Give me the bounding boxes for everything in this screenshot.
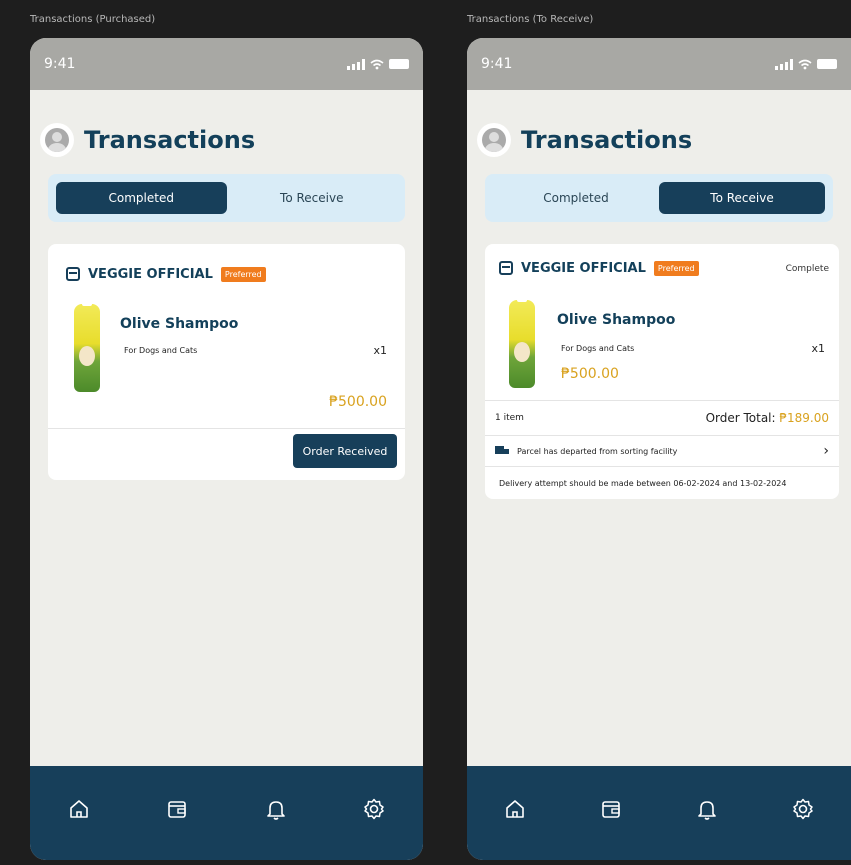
product-quantity: x1 [373, 344, 387, 357]
order-summary: 1 item Order Total: ₱189.00 [485, 401, 839, 435]
status-icons [775, 58, 837, 70]
status-bar: 9:41 [467, 38, 851, 90]
status-time: 9:41 [44, 56, 76, 72]
divider [48, 428, 405, 429]
product-quantity: x1 [811, 342, 825, 355]
bottom-nav [30, 766, 423, 860]
truck-icon [495, 446, 509, 456]
frame-label-purchased: Transactions (Purchased) [30, 14, 156, 25]
tab-to-receive[interactable]: To Receive [659, 182, 825, 214]
chevron-right-icon[interactable]: › [823, 443, 829, 459]
preferred-badge: Preferred [653, 260, 699, 276]
order-total-label: Order Total: [705, 411, 776, 425]
settings-icon[interactable] [791, 797, 815, 821]
home-icon[interactable] [67, 797, 91, 821]
store-icon [499, 261, 513, 275]
transaction-tabs: Completed To Receive [485, 174, 833, 222]
shop-row: VEGGIE OFFICIAL Preferred [48, 244, 405, 304]
transaction-tabs: Completed To Receive [48, 174, 405, 222]
status-time: 9:41 [481, 56, 513, 72]
wallet-icon[interactable] [599, 797, 623, 821]
battery-icon [817, 59, 837, 69]
order-status: Complete [785, 264, 829, 274]
wallet-icon[interactable] [165, 797, 189, 821]
order-card[interactable]: VEGGIE OFFICIAL Preferred Olive Shampoo … [48, 244, 405, 480]
tab-completed[interactable]: Completed [493, 182, 659, 214]
product-name: Olive Shampoo [557, 312, 676, 328]
product-price: ₱500.00 [329, 394, 387, 410]
preferred-badge: Preferred [220, 266, 266, 282]
avatar[interactable] [40, 123, 74, 157]
product-row: Olive Shampoo For Dogs and Cats x1 ₱500.… [48, 296, 405, 428]
bell-icon[interactable] [264, 797, 288, 821]
user-icon [482, 128, 506, 152]
page-header: Transactions [467, 90, 851, 174]
avatar[interactable] [477, 123, 511, 157]
product-subtitle: For Dogs and Cats [561, 344, 635, 353]
product-image [509, 292, 535, 388]
item-count: 1 item [495, 413, 524, 423]
product-row: Olive Shampoo For Dogs and Cats x1 ₱500.… [485, 292, 839, 400]
tab-completed[interactable]: Completed [56, 182, 227, 214]
product-price: ₱500.00 [561, 366, 619, 382]
tracking-row[interactable]: Parcel has departed from sorting facilit… [485, 436, 839, 466]
order-card[interactable]: VEGGIE OFFICIAL Preferred Complete Olive… [485, 244, 839, 499]
bell-icon[interactable] [695, 797, 719, 821]
status-icons [347, 58, 409, 70]
order-total-value: ₱189.00 [779, 411, 829, 425]
settings-icon[interactable] [362, 797, 386, 821]
store-icon [66, 267, 80, 281]
status-bar: 9:41 [30, 38, 423, 90]
order-total: Order Total: ₱189.00 [706, 411, 829, 425]
page-title: Transactions [84, 126, 256, 154]
product-image [74, 296, 100, 392]
battery-icon [389, 59, 409, 69]
home-icon[interactable] [503, 797, 527, 821]
page-header: Transactions [30, 90, 423, 174]
wifi-icon [370, 59, 384, 69]
order-received-button[interactable]: Order Received [293, 434, 397, 468]
delivery-text: Delivery attempt should be made between … [499, 478, 787, 488]
phone-screen-purchased: 9:41 Transactions Completed To Receive V… [30, 38, 423, 860]
frame-label-to-receive: Transactions (To Receive) [467, 14, 594, 25]
tracking-text: Parcel has departed from sorting facilit… [517, 446, 678, 456]
signal-icon [775, 58, 793, 70]
page-title: Transactions [521, 126, 693, 154]
product-subtitle: For Dogs and Cats [124, 346, 198, 355]
shop-name: VEGGIE OFFICIAL [88, 266, 213, 282]
product-name: Olive Shampoo [120, 316, 239, 332]
bottom-nav [467, 766, 851, 860]
signal-icon [347, 58, 365, 70]
phone-screen-to-receive: 9:41 Transactions Completed To Receive V… [467, 38, 851, 860]
user-icon [45, 128, 69, 152]
wifi-icon [798, 59, 812, 69]
shop-name: VEGGIE OFFICIAL [521, 260, 646, 276]
tab-to-receive[interactable]: To Receive [227, 182, 398, 214]
